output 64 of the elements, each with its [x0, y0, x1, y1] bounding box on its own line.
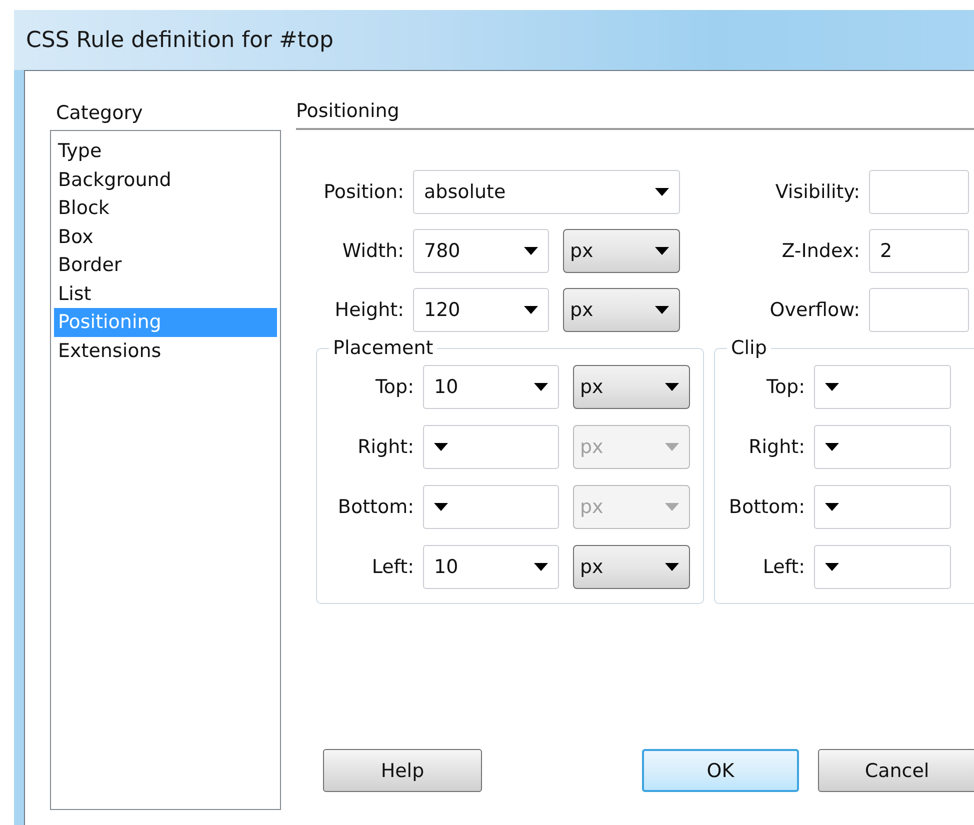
- value-dropdown[interactable]: 120: [413, 288, 549, 332]
- caret-icon: [434, 443, 448, 451]
- caret-icon: [524, 247, 538, 255]
- value-dropdown[interactable]: [814, 365, 951, 409]
- value-dropdown[interactable]: 10: [423, 365, 559, 409]
- value-dropdown[interactable]: 10: [423, 545, 559, 589]
- category-item[interactable]: Box: [54, 222, 277, 251]
- caret-icon: [655, 306, 669, 314]
- unit-dropdown[interactable]: px: [563, 288, 680, 332]
- category-item[interactable]: Border: [54, 251, 277, 280]
- caret-icon: [665, 563, 679, 571]
- field-label: Right:: [748, 436, 806, 458]
- category-item[interactable]: List: [54, 280, 277, 308]
- category-item[interactable]: Type: [54, 137, 277, 166]
- caret-icon: [825, 503, 839, 511]
- group-legend: Placement: [329, 337, 438, 359]
- field-label: Top:: [766, 376, 806, 398]
- caret-icon: [825, 443, 839, 451]
- group-legend: Clip: [727, 337, 771, 359]
- caret-icon: [665, 443, 679, 451]
- panel-title: Positioning: [296, 100, 400, 122]
- field-label: Right:: [356, 436, 415, 458]
- category-item[interactable]: Extensions: [54, 336, 277, 365]
- value-dropdown[interactable]: [814, 425, 951, 469]
- category-label: Category: [56, 102, 143, 124]
- unit-dropdown[interactable]: px: [573, 545, 690, 589]
- caret-icon: [534, 383, 548, 391]
- dialog-button[interactable]: Cancel: [818, 749, 974, 792]
- field-label: Visibility:: [774, 181, 861, 203]
- caret-icon: [825, 563, 839, 571]
- input-field[interactable]: 2: [869, 229, 969, 273]
- input-field[interactable]: [869, 288, 969, 332]
- value-dropdown[interactable]: 780: [413, 229, 549, 273]
- caret-icon: [655, 247, 669, 255]
- unit-dropdown[interactable]: px: [573, 365, 690, 409]
- caret-icon: [524, 306, 538, 314]
- unit-dropdown[interactable]: px: [563, 229, 680, 273]
- field-label: Z-Index:: [780, 240, 861, 262]
- field-label: Bottom:: [728, 496, 806, 518]
- field-label: Width:: [341, 240, 405, 262]
- caret-icon: [434, 503, 448, 511]
- field-label: Left:: [370, 556, 415, 578]
- caret-icon: [665, 383, 679, 391]
- value-dropdown[interactable]: [423, 425, 559, 469]
- field-label: Bottom:: [336, 496, 415, 518]
- caret-icon: [655, 188, 669, 196]
- field-label: Top:: [374, 376, 415, 398]
- category-item[interactable]: Background: [54, 166, 277, 194]
- dialog-button[interactable]: Help: [323, 749, 482, 792]
- field-label: Position:: [322, 181, 405, 203]
- value-dropdown[interactable]: [814, 485, 951, 529]
- window-title: CSS Rule definition for #top: [26, 28, 334, 52]
- value-dropdown[interactable]: [423, 485, 559, 529]
- field-label: Overflow:: [768, 299, 861, 321]
- dialog-button[interactable]: OK: [642, 749, 799, 792]
- caret-icon: [534, 563, 548, 571]
- caret-icon: [825, 383, 839, 391]
- value-dropdown[interactable]: absolute: [413, 170, 680, 214]
- field-label: Height:: [334, 299, 405, 321]
- input-field[interactable]: [869, 170, 969, 214]
- category-item[interactable]: Block: [54, 194, 277, 222]
- value-dropdown[interactable]: [814, 545, 951, 589]
- field-label: Left:: [762, 556, 806, 578]
- caret-icon: [665, 503, 679, 511]
